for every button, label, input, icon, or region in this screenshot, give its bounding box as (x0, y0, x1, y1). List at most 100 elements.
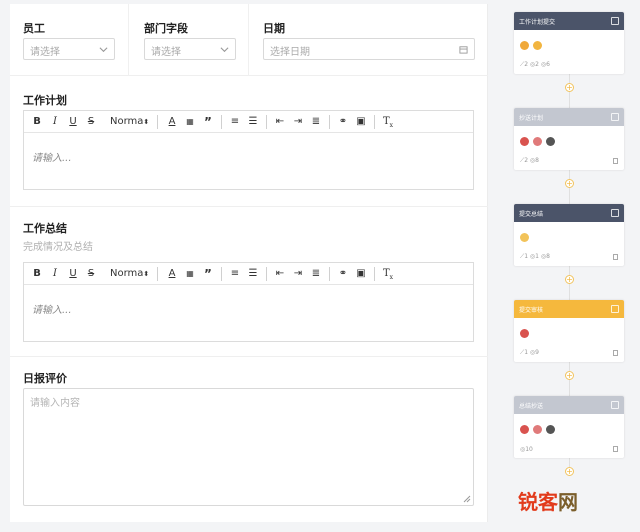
avatar (520, 137, 529, 146)
flow-card-stats: ⟋1 ◎1 ◎8 (520, 253, 550, 260)
watermark-logo: 锐客网 (518, 486, 578, 515)
avatar (520, 425, 529, 434)
strikethrough-icon[interactable]: S (86, 267, 96, 281)
avatar (520, 329, 529, 338)
chevron-down-icon (220, 47, 229, 53)
work-plan-label: 工作计划 (23, 94, 67, 107)
avatar (546, 425, 555, 434)
add-node-plus-icon[interactable]: + (565, 467, 574, 476)
flow-card-plan-cc[interactable]: 抄送计划 ⟋2 ◎8 (514, 108, 624, 170)
avatar (520, 41, 529, 50)
toolbar-divider (329, 115, 330, 129)
format-select[interactable]: Norma⬍ (110, 267, 150, 281)
background-color-icon[interactable]: ▦ (184, 267, 196, 281)
add-node-plus-icon[interactable]: + (565, 275, 574, 284)
background-color-icon[interactable]: ▦ (184, 115, 196, 129)
flow-card-avatars (520, 419, 559, 434)
department-field: 部门字段 请选择 (128, 4, 248, 76)
text-color-icon[interactable]: A (166, 267, 178, 281)
avatar (546, 137, 555, 146)
format-select-arrows-icon: ⬍ (143, 118, 150, 126)
user-icon (611, 305, 619, 313)
bullet-list-icon[interactable]: ☰ (247, 115, 259, 129)
department-label: 部门字段 (144, 22, 188, 35)
indent-icon[interactable]: ⇥ (292, 267, 304, 281)
evaluation-textarea[interactable]: 请输入内容 (23, 388, 474, 506)
italic-icon[interactable]: I (50, 115, 60, 129)
employee-select[interactable]: 请选择 (23, 38, 115, 60)
avatar (533, 41, 542, 50)
flow-card-title: 工作计划提交 (519, 19, 556, 26)
clear-format-icon[interactable]: Tx (382, 115, 394, 129)
indent-icon[interactable]: ⇥ (292, 115, 304, 129)
add-node-plus-icon[interactable]: + (565, 83, 574, 92)
date-picker-input[interactable]: 选择日期 (263, 38, 475, 60)
document-icon (613, 254, 618, 260)
toolbar-divider (157, 115, 158, 129)
resize-grip-icon[interactable] (463, 495, 471, 503)
flow-card-summary-submit[interactable]: 提交总结 ⟋1 ◎1 ◎8 (514, 204, 624, 266)
toolbar-divider (266, 115, 267, 129)
text-color-icon[interactable]: A (166, 115, 178, 129)
date-picker-placeholder: 选择日期 (270, 47, 310, 58)
employee-label: 员工 (23, 22, 45, 35)
flow-card-header: 提交审核 (514, 300, 624, 318)
link-icon[interactable]: ⚭ (337, 267, 349, 281)
align-icon[interactable]: ≣ (310, 115, 322, 129)
blockquote-icon[interactable]: ” (202, 267, 214, 281)
department-select[interactable]: 请选择 (144, 38, 236, 60)
work-summary-editor: B I U S Norma⬍ A ▦ ” ≡ ☰ ⇤ ⇥ ≣ ⚭ ▣ Tx 请输… (23, 262, 474, 342)
flow-card-review[interactable]: 提交审核 ⟋1 ◎9 (514, 300, 624, 362)
italic-icon[interactable]: I (50, 267, 60, 281)
toolbar-divider (221, 267, 222, 281)
document-icon (611, 209, 619, 217)
format-select[interactable]: Norma⬍ (110, 115, 150, 129)
clear-format-icon[interactable]: Tx (382, 267, 394, 281)
blockquote-icon[interactable]: ” (202, 115, 214, 129)
ordered-list-icon[interactable]: ≡ (229, 115, 241, 129)
strikethrough-icon[interactable]: S (86, 115, 96, 129)
underline-icon[interactable]: U (68, 115, 78, 129)
flow-card-stats: ⟋2 ◎8 (520, 157, 539, 164)
evaluation-placeholder: 请输入内容 (30, 398, 80, 409)
toolbar-divider (374, 267, 375, 281)
send-icon (611, 113, 619, 121)
underline-icon[interactable]: U (68, 267, 78, 281)
work-plan-placeholder[interactable]: 请输入... (32, 149, 72, 164)
bold-icon[interactable]: B (32, 267, 42, 281)
toolbar-divider (374, 115, 375, 129)
flow-card-title: 总结抄送 (519, 403, 544, 410)
flow-card-stats: ⟋1 ◎9 (520, 349, 539, 356)
toolbar-divider (221, 115, 222, 129)
avatar (533, 425, 542, 434)
align-icon[interactable]: ≣ (310, 267, 322, 281)
image-icon[interactable]: ▣ (355, 115, 367, 129)
flow-card-stats: ⟋2 ◎2 ◎6 (520, 61, 550, 68)
chevron-down-icon (99, 47, 108, 53)
toolbar-divider (329, 267, 330, 281)
add-node-plus-icon[interactable]: + (565, 179, 574, 188)
add-node-plus-icon[interactable]: + (565, 371, 574, 380)
work-summary-hint: 完成情况及总结 (23, 242, 93, 253)
section-divider (10, 206, 488, 207)
work-summary-placeholder[interactable]: 请输入... (32, 301, 72, 316)
ordered-list-icon[interactable]: ≡ (229, 267, 241, 281)
flow-card-avatars (520, 227, 533, 242)
outdent-icon[interactable]: ⇤ (274, 115, 286, 129)
format-select-label: Norma (110, 268, 144, 279)
employee-select-placeholder: 请选择 (30, 47, 60, 58)
date-label: 日期 (263, 22, 285, 35)
daily-report-form: 员工 请选择 部门字段 请选择 日期 选择日期 工作计划 B I U S Nor… (10, 4, 488, 522)
flow-card-avatars (520, 35, 546, 50)
link-icon[interactable]: ⚭ (337, 115, 349, 129)
outdent-icon[interactable]: ⇤ (274, 267, 286, 281)
flow-card-summary-cc[interactable]: 总结抄送 ◎10 (514, 396, 624, 458)
format-select-label: Norma (110, 116, 144, 127)
flow-card-header: 抄送计划 (514, 108, 624, 126)
bullet-list-icon[interactable]: ☰ (247, 267, 259, 281)
flow-card-plan-submit[interactable]: 工作计划提交 ⟋2 ◎2 ◎6 (514, 12, 624, 74)
bold-icon[interactable]: B (32, 115, 42, 129)
work-plan-editor: B I U S Norma⬍ A ▦ ” ≡ ☰ ⇤ ⇥ ≣ ⚭ ▣ Tx 请输… (23, 110, 474, 190)
flow-card-title: 提交总结 (519, 211, 544, 218)
image-icon[interactable]: ▣ (355, 267, 367, 281)
